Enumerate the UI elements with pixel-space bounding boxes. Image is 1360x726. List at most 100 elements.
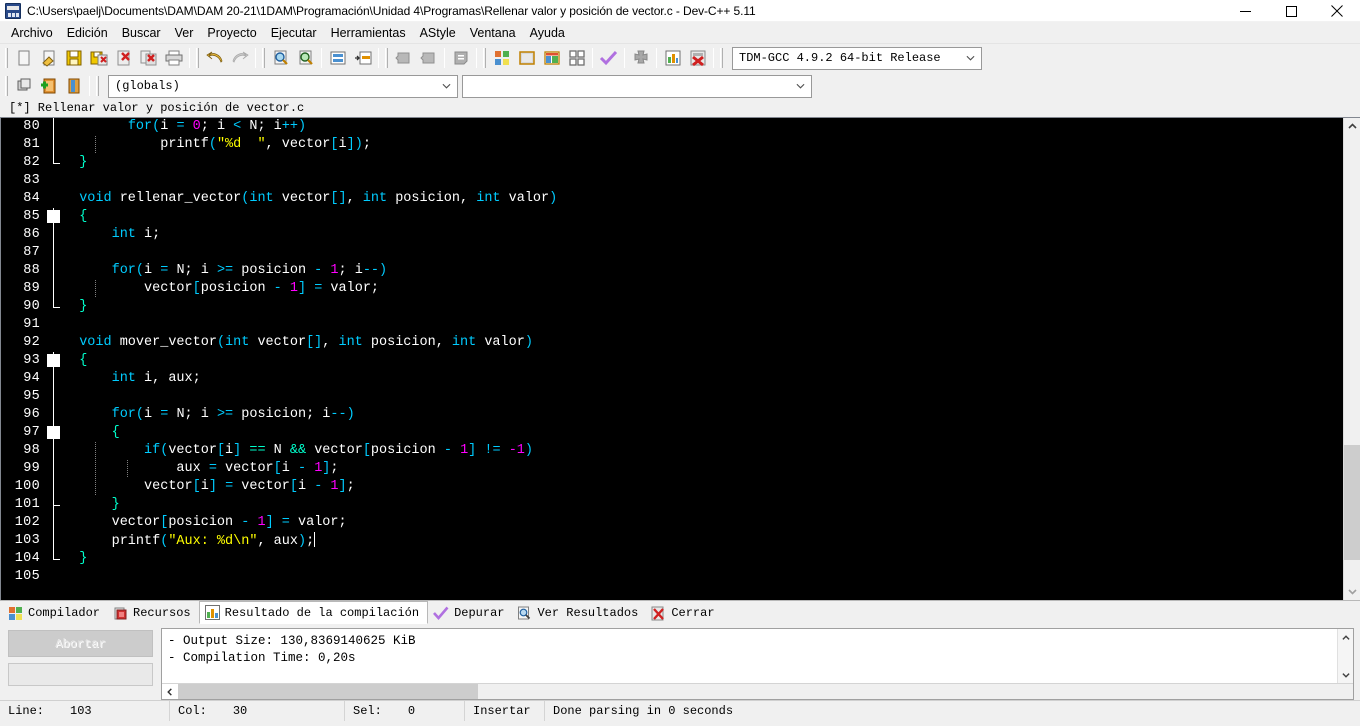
menu-edicion[interactable]: Edición bbox=[60, 23, 115, 43]
code-text[interactable]: printf("Aux: %d\n", aux); bbox=[63, 531, 1343, 551]
code-text[interactable]: } bbox=[63, 496, 1343, 514]
fold-marker[interactable] bbox=[45, 172, 63, 190]
code-line[interactable]: 96 for(i = N; i >= posicion; i--) bbox=[1, 406, 1343, 424]
code-text[interactable]: vector[i] = vector[i - 1]; bbox=[63, 478, 1343, 496]
save-all-icon[interactable] bbox=[86, 46, 111, 70]
menu-archivo[interactable]: Archivo bbox=[4, 23, 60, 43]
find-icon[interactable] bbox=[268, 46, 293, 70]
fold-marker[interactable] bbox=[45, 478, 63, 496]
toolbar-grip-2[interactable] bbox=[196, 48, 199, 68]
editor-vertical-scrollbar[interactable] bbox=[1343, 118, 1360, 600]
new-file-icon[interactable] bbox=[11, 46, 36, 70]
toolbar-grip-3[interactable] bbox=[262, 48, 265, 68]
fold-marker[interactable] bbox=[45, 244, 63, 262]
tab-compilador[interactable]: Compilador bbox=[3, 602, 108, 624]
code-line[interactable]: 88 for(i = N; i >= posicion - 1; i--) bbox=[1, 262, 1343, 280]
code-line[interactable]: 82 } bbox=[1, 154, 1343, 172]
code-text[interactable]: } bbox=[63, 298, 1343, 316]
unindent-icon[interactable] bbox=[416, 46, 441, 70]
fold-marker[interactable] bbox=[45, 316, 63, 334]
debug-icon[interactable] bbox=[685, 46, 710, 70]
fold-marker[interactable] bbox=[45, 496, 63, 514]
fold-marker[interactable] bbox=[45, 118, 63, 136]
replace-icon[interactable] bbox=[293, 46, 318, 70]
goto-line-icon[interactable] bbox=[325, 46, 350, 70]
code-line[interactable]: 102 vector[posicion - 1] = valor; bbox=[1, 514, 1343, 532]
code-text[interactable]: void mover_vector(int vector[], int posi… bbox=[63, 334, 1343, 352]
member-select[interactable] bbox=[462, 74, 812, 98]
code-line[interactable]: 100 vector[i] = vector[i - 1]; bbox=[1, 478, 1343, 496]
remove-from-project-icon[interactable] bbox=[61, 74, 86, 98]
open-file-icon[interactable] bbox=[36, 46, 61, 70]
editor-tab-active[interactable]: [*] Rellenar valor y posición de vector.… bbox=[3, 100, 313, 117]
code-line[interactable]: 93 { bbox=[1, 352, 1343, 370]
tab-cerrar[interactable]: Cerrar bbox=[646, 602, 722, 624]
redo-icon[interactable] bbox=[227, 46, 252, 70]
fold-marker[interactable] bbox=[45, 136, 63, 154]
fold-marker[interactable] bbox=[45, 514, 63, 532]
log-scroll-up-icon[interactable] bbox=[1338, 629, 1353, 646]
fold-marker[interactable] bbox=[45, 424, 63, 442]
fold-marker[interactable] bbox=[45, 550, 63, 568]
code-line[interactable]: 81 printf("%d ", vector[i]); bbox=[1, 136, 1343, 154]
fold-marker[interactable] bbox=[45, 298, 63, 316]
fold-marker[interactable] bbox=[45, 280, 63, 298]
code-line[interactable]: 104 } bbox=[1, 550, 1343, 568]
fold-marker[interactable] bbox=[45, 460, 63, 478]
rebuild-all-icon[interactable] bbox=[564, 46, 589, 70]
run-icon[interactable] bbox=[514, 46, 539, 70]
code-text[interactable]: vector[posicion - 1] = valor; bbox=[63, 514, 1343, 532]
toolbar-grip-6[interactable] bbox=[720, 48, 723, 68]
class-browser-select[interactable]: (globals) bbox=[108, 74, 458, 98]
menu-buscar[interactable]: Buscar bbox=[115, 23, 168, 43]
code-line[interactable]: 85 { bbox=[1, 208, 1343, 226]
code-text[interactable]: void rellenar_vector(int vector[], int p… bbox=[63, 190, 1343, 208]
code-line[interactable]: 90 } bbox=[1, 298, 1343, 316]
code-text[interactable]: printf("%d ", vector[i]); bbox=[63, 136, 1343, 154]
toggle-comment-icon[interactable] bbox=[448, 46, 473, 70]
fold-marker[interactable] bbox=[45, 334, 63, 352]
log-hscroll-track[interactable] bbox=[178, 684, 1353, 699]
stop-execution-icon[interactable] bbox=[628, 46, 653, 70]
menu-ayuda[interactable]: Ayuda bbox=[523, 23, 572, 43]
code-text[interactable]: if(vector[i] == N && vector[posicion - 1… bbox=[63, 442, 1343, 460]
code-line[interactable]: 97 { bbox=[1, 424, 1343, 442]
compile-icon[interactable] bbox=[489, 46, 514, 70]
fold-marker[interactable] bbox=[45, 442, 63, 460]
code-text[interactable]: vector[posicion - 1] = valor; bbox=[63, 280, 1343, 298]
code-text[interactable]: { bbox=[63, 352, 1343, 370]
toolbar-grip[interactable] bbox=[5, 48, 8, 68]
save-icon[interactable] bbox=[61, 46, 86, 70]
toolbar-grip-5[interactable] bbox=[483, 48, 486, 68]
code-text[interactable]: } bbox=[63, 154, 1343, 172]
close-file-icon[interactable] bbox=[111, 46, 136, 70]
toolbar-grip-4[interactable] bbox=[385, 48, 388, 68]
toolbar-grip-7[interactable] bbox=[5, 76, 8, 96]
indent-icon[interactable] bbox=[391, 46, 416, 70]
fold-marker[interactable] bbox=[45, 568, 63, 586]
code-line[interactable]: 89 vector[posicion - 1] = valor; bbox=[1, 280, 1343, 298]
compile-run-icon[interactable] bbox=[539, 46, 564, 70]
log-horizontal-scrollbar[interactable] bbox=[162, 683, 1353, 699]
fold-marker[interactable] bbox=[45, 370, 63, 388]
goto-function-icon[interactable] bbox=[350, 46, 375, 70]
code-text[interactable]: { bbox=[63, 424, 1343, 442]
tab-recursos[interactable]: Recursos bbox=[108, 602, 199, 624]
code-line[interactable]: 84 void rellenar_vector(int vector[], in… bbox=[1, 190, 1343, 208]
code-line[interactable]: 105 bbox=[1, 568, 1343, 586]
close-icon[interactable] bbox=[1314, 0, 1360, 22]
code-line[interactable]: 91 bbox=[1, 316, 1343, 334]
print-icon[interactable] bbox=[161, 46, 186, 70]
code-text[interactable]: int i; bbox=[63, 226, 1343, 244]
fold-marker[interactable] bbox=[45, 154, 63, 172]
editor-scroll-track[interactable] bbox=[1344, 135, 1360, 583]
fold-marker[interactable] bbox=[45, 388, 63, 406]
code-text[interactable]: } bbox=[63, 550, 1343, 568]
fold-marker[interactable] bbox=[45, 406, 63, 424]
code-line[interactable]: 99 aux = vector[i - 1]; bbox=[1, 460, 1343, 478]
code-line[interactable]: 103 printf("Aux: %d\n", aux); bbox=[1, 531, 1343, 551]
compiler-select[interactable]: TDM-GCC 4.9.2 64-bit Release bbox=[732, 46, 982, 70]
maximize-icon[interactable] bbox=[1268, 0, 1314, 22]
menu-herramientas[interactable]: Herramientas bbox=[324, 23, 413, 43]
close-all-icon[interactable] bbox=[136, 46, 161, 70]
